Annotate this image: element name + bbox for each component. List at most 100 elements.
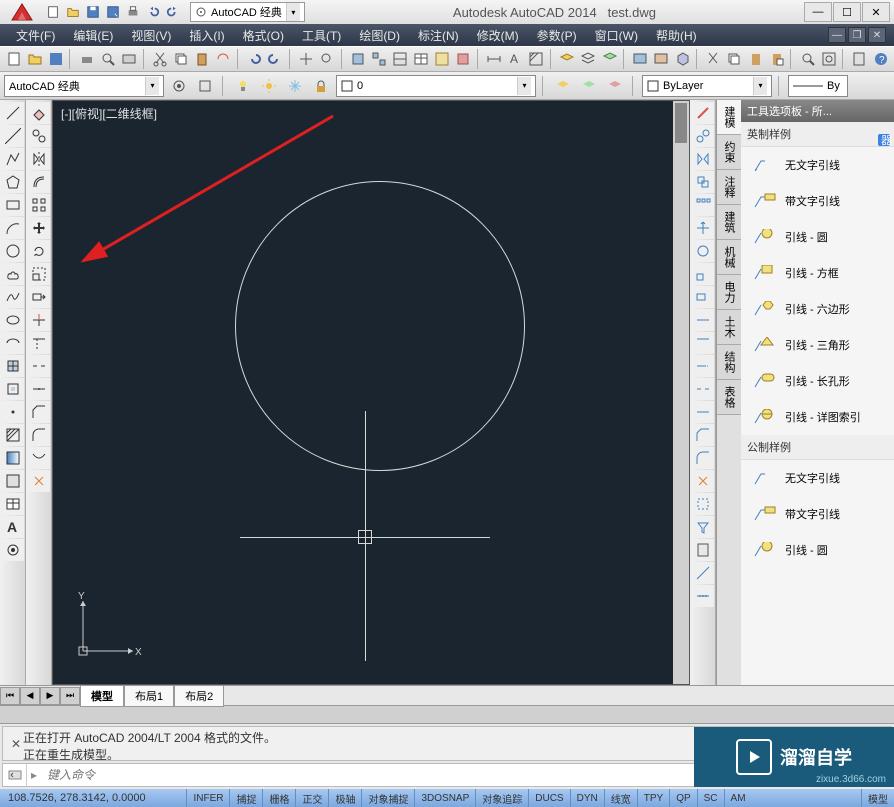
copy2-icon[interactable]: [725, 48, 744, 70]
layer-combo[interactable]: 0 ▾: [336, 75, 536, 97]
sb-snap[interactable]: 捕捉: [229, 789, 262, 807]
array-icon[interactable]: [28, 194, 50, 216]
palette-item[interactable]: 引线 - 方框: [741, 255, 894, 291]
offset-icon[interactable]: [28, 171, 50, 193]
menu-file[interactable]: 文件(F): [8, 25, 63, 46]
palette-item[interactable]: 引线 - 长孔形: [741, 363, 894, 399]
match-icon[interactable]: [214, 48, 233, 70]
sb-ortho[interactable]: 正交: [295, 789, 328, 807]
menu-view[interactable]: 视图(V): [123, 25, 179, 46]
doc-close-button[interactable]: ✕: [868, 27, 886, 43]
region-icon[interactable]: [2, 470, 24, 492]
palette-tab-architecture[interactable]: 建筑: [717, 205, 741, 240]
workspace-combo[interactable]: AutoCAD 经典 ▾: [4, 75, 164, 97]
sb-ducs[interactable]: DUCS: [528, 789, 569, 807]
find2-icon[interactable]: [819, 48, 838, 70]
stretch2-icon[interactable]: [692, 286, 714, 308]
qcalc-icon[interactable]: [692, 539, 714, 561]
sb-infer[interactable]: INFER: [186, 789, 229, 807]
paste-icon[interactable]: [192, 48, 211, 70]
palette-tab-mechanical[interactable]: 机械: [717, 240, 741, 275]
tab-prev-icon[interactable]: ◀: [20, 687, 40, 705]
menu-params[interactable]: 参数(P): [529, 25, 585, 46]
extend-icon[interactable]: [28, 332, 50, 354]
spline-icon[interactable]: [2, 286, 24, 308]
trim-icon[interactable]: [28, 309, 50, 331]
palette-item[interactable]: 带文字引线: [741, 496, 894, 532]
arc-icon[interactable]: [2, 217, 24, 239]
mirror2-icon[interactable]: [692, 148, 714, 170]
menu-help[interactable]: 帮助(H): [648, 25, 705, 46]
xline-icon[interactable]: [2, 125, 24, 147]
circle-icon[interactable]: [2, 240, 24, 262]
mirror-icon[interactable]: [28, 148, 50, 170]
ellipse-icon[interactable]: [2, 309, 24, 331]
save-icon[interactable]: [84, 3, 102, 21]
sb-grid[interactable]: 栅格: [262, 789, 295, 807]
stretch-icon[interactable]: [28, 286, 50, 308]
horizontal-scrollbar[interactable]: [0, 705, 894, 723]
redo-icon[interactable]: [265, 48, 284, 70]
new-file-icon[interactable]: [4, 48, 23, 70]
palette-tab-modeling[interactable]: 建模: [717, 100, 741, 135]
insert-block-icon[interactable]: [2, 355, 24, 377]
sb-tpy[interactable]: TPY: [637, 789, 669, 807]
qselect-icon[interactable]: [692, 516, 714, 538]
tab-last-icon[interactable]: ⏭: [60, 687, 80, 705]
text-icon[interactable]: A: [506, 48, 525, 70]
menu-draw[interactable]: 绘图(D): [351, 25, 408, 46]
hatch-icon[interactable]: [2, 424, 24, 446]
chamfer-icon[interactable]: [28, 401, 50, 423]
lengthen-icon[interactable]: [692, 355, 714, 377]
pan-icon[interactable]: [296, 48, 315, 70]
palette-title[interactable]: 工具选项板 - 所...: [741, 100, 894, 122]
zoom-icon[interactable]: [317, 48, 336, 70]
menu-insert[interactable]: 插入(I): [181, 25, 232, 46]
drawing-viewport[interactable]: [-][俯视][二维线框] X Y: [52, 100, 690, 685]
chamfer2-icon[interactable]: [692, 424, 714, 446]
scale2-icon[interactable]: [692, 263, 714, 285]
copy3-icon[interactable]: [692, 125, 714, 147]
app-logo[interactable]: [4, 1, 40, 23]
minimize-button[interactable]: —: [804, 2, 832, 22]
break-icon[interactable]: [28, 355, 50, 377]
preview-icon[interactable]: [98, 48, 117, 70]
block3-icon[interactable]: [390, 48, 409, 70]
sb-model[interactable]: 模型: [861, 789, 894, 807]
tab-layout1[interactable]: 布局1: [124, 685, 174, 707]
mtext-icon[interactable]: A: [2, 516, 24, 538]
xref-icon[interactable]: [454, 48, 473, 70]
divide-icon[interactable]: [692, 585, 714, 607]
redo-icon[interactable]: [164, 3, 182, 21]
viewport-scrollbar-v[interactable]: [673, 101, 689, 684]
polyline-icon[interactable]: [2, 148, 24, 170]
paste2-icon[interactable]: [746, 48, 765, 70]
menu-dimension[interactable]: 标注(N): [410, 25, 467, 46]
extend2-icon[interactable]: [692, 332, 714, 354]
help-icon[interactable]: 器: [876, 132, 892, 148]
freeze-icon[interactable]: [284, 75, 306, 97]
view-icon[interactable]: [631, 48, 650, 70]
view3-icon[interactable]: [673, 48, 692, 70]
viewport-label[interactable]: [-][俯视][二维线框]: [61, 105, 157, 122]
select-icon[interactable]: [692, 493, 714, 515]
erase-icon[interactable]: [28, 102, 50, 124]
trim2-icon[interactable]: [692, 309, 714, 331]
palette-tab-annotation[interactable]: 注释: [717, 170, 741, 205]
calc-icon[interactable]: [850, 48, 869, 70]
props-icon[interactable]: [433, 48, 452, 70]
print-icon[interactable]: [77, 48, 96, 70]
layer-icon[interactable]: [558, 48, 577, 70]
saveas-icon[interactable]: [104, 3, 122, 21]
publish-icon[interactable]: [119, 48, 138, 70]
palette-tab-table[interactable]: 表格: [717, 380, 741, 415]
tab-first-icon[interactable]: ⏮: [0, 687, 20, 705]
fillet2-icon[interactable]: [692, 447, 714, 469]
join-icon[interactable]: [28, 378, 50, 400]
erase2-icon[interactable]: [692, 102, 714, 124]
hatch-icon[interactable]: [527, 48, 546, 70]
doc-restore-button[interactable]: ❐: [848, 27, 866, 43]
break2-icon[interactable]: [692, 378, 714, 400]
palette-tab-civil[interactable]: 土木: [717, 310, 741, 345]
cut2-icon[interactable]: [704, 48, 723, 70]
